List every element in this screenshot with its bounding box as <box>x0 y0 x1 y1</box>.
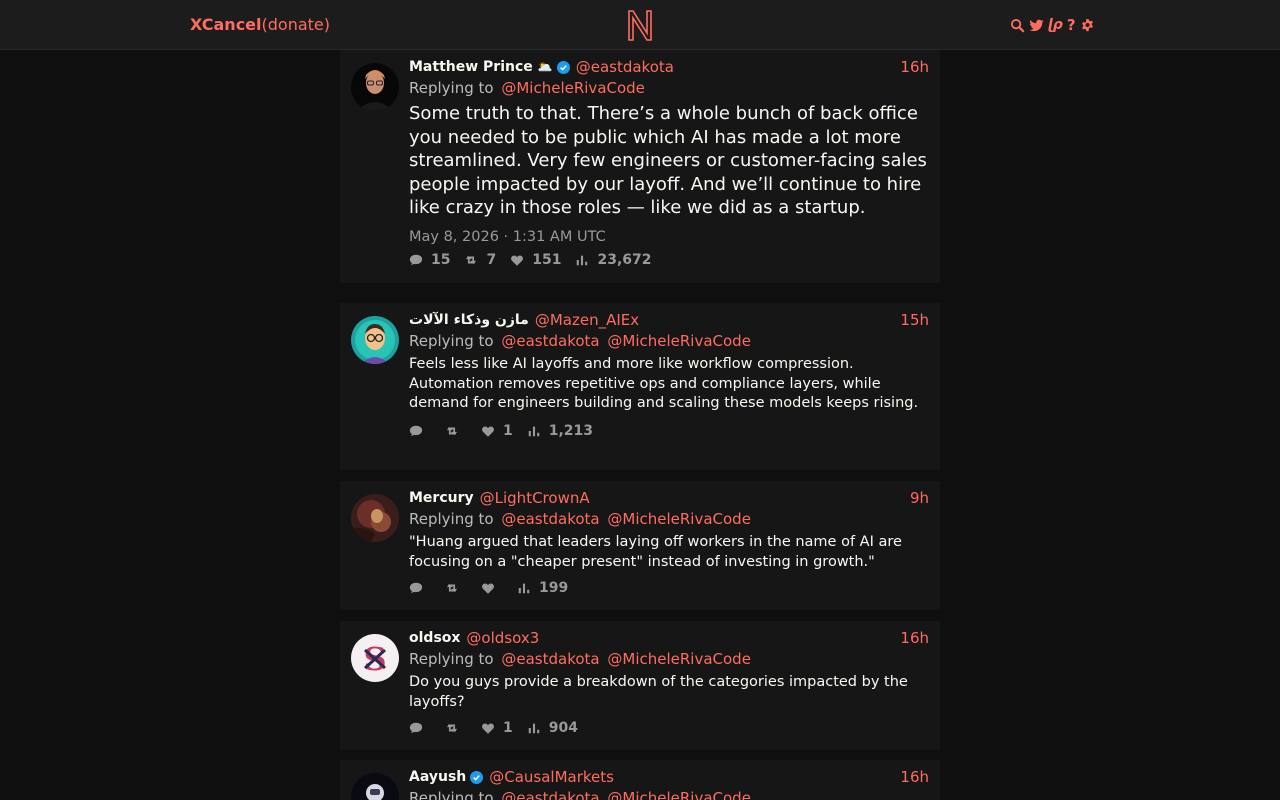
heart-icon <box>511 254 524 266</box>
comments-stat[interactable] <box>409 721 431 735</box>
tweet-date[interactable]: 9h <box>910 489 929 507</box>
reply-mention[interactable]: @MicheleRivaCode <box>607 650 751 668</box>
tweet-content: Feels less like AI layoffs and more like… <box>409 356 919 411</box>
retweet-icon <box>446 724 458 732</box>
reply-mention[interactable]: @MicheleRivaCode <box>607 510 751 528</box>
tweet-date[interactable]: 16h <box>900 768 929 786</box>
navbar: XCancel(donate) ɭρ ? <box>0 0 1280 50</box>
fullname[interactable]: Aayush <box>409 769 466 785</box>
views-stat: 199 <box>517 580 568 596</box>
comments-stat: 15 <box>409 252 450 268</box>
views-chart-icon <box>518 583 530 594</box>
retweets-stat[interactable] <box>445 721 467 735</box>
username[interactable]: @eastdakota <box>576 58 674 76</box>
nitter-logo[interactable] <box>624 8 656 42</box>
search-icon[interactable] <box>1010 18 1025 33</box>
heart-icon <box>482 425 494 437</box>
retweets-stat: 7 <box>464 252 496 268</box>
comment-icon <box>409 425 423 436</box>
donate-link[interactable]: (donate) <box>262 15 331 34</box>
tweet-stats: 1 1,213 <box>409 422 929 440</box>
replying-to: Replying to @eastdakota @MicheleRivaCode <box>409 332 929 350</box>
likes-stat[interactable] <box>481 581 503 595</box>
replying-to: Replying to @eastdakota @MicheleRivaCode <box>409 789 929 800</box>
bird-icon[interactable] <box>1029 18 1044 33</box>
avatar[interactable] <box>351 63 399 111</box>
main-tweet[interactable]: Matthew Prince 🌥️ @eastdakota 16h Replyi… <box>340 50 940 283</box>
avatar[interactable] <box>351 773 399 800</box>
reply-mention[interactable]: @eastdakota <box>501 789 599 800</box>
username[interactable]: @Mazen_AIEx <box>535 311 639 329</box>
avatar[interactable] <box>351 316 399 364</box>
replying-label: Replying to <box>409 789 494 800</box>
tweet-stats: 199 <box>409 579 929 597</box>
replying-label: Replying to <box>409 332 494 350</box>
username[interactable]: @LightCrownA <box>480 489 590 507</box>
verified-badge-icon <box>556 60 570 74</box>
tweet-published[interactable]: May 8, 2026 · 1:31 AM UTC <box>409 229 929 245</box>
replying-to: Replying to @eastdakota @MicheleRivaCode <box>409 650 929 668</box>
heart-icon <box>482 723 494 734</box>
fullname[interactable]: Matthew Prince <box>409 59 533 75</box>
help-icon[interactable]: ? <box>1067 17 1076 33</box>
replying-label: Replying to <box>409 510 494 528</box>
reply-mention[interactable]: @MicheleRivaCode <box>501 79 645 97</box>
replying-to: Replying to @MicheleRivaCode <box>409 79 929 97</box>
views-chart-icon <box>528 723 539 734</box>
replying-label: Replying to <box>409 650 494 668</box>
nav-home-link[interactable]: XCancel(donate) <box>190 15 330 34</box>
reply-tweet[interactable]: مازن وذكاء الآلات @Mazen_AIEx 15h Replyi… <box>340 303 940 470</box>
views-stat: 904 <box>527 720 578 736</box>
retweets-stat[interactable] <box>445 581 467 595</box>
comments-stat[interactable] <box>409 424 431 438</box>
reply-mention[interactable]: @eastdakota <box>501 510 599 528</box>
views-chart-icon <box>528 426 539 436</box>
tweet-date[interactable]: 16h <box>900 58 929 76</box>
nav-icons: ɭρ ? <box>1010 17 1095 33</box>
fullname[interactable]: مازن وذكاء الآلات <box>409 312 529 328</box>
tweet-content: Do you guys provide a breakdown of the c… <box>409 674 908 710</box>
retweet-icon <box>466 255 477 264</box>
tweet-stats: 1 904 <box>409 719 929 737</box>
retweets-stat[interactable] <box>445 424 467 438</box>
tweet-date[interactable]: 16h <box>900 629 929 647</box>
reply-tweet[interactable]: S oldsox @oldsox3 16h Replying to @eastd… <box>340 621 940 750</box>
retweet-icon <box>446 584 458 592</box>
replying-to: Replying to @eastdakota @MicheleRivaCode <box>409 510 929 528</box>
fullname[interactable]: oldsox <box>409 630 460 646</box>
avatar[interactable]: S <box>351 634 399 682</box>
comment-icon <box>409 722 423 734</box>
gear-icon[interactable] <box>1080 18 1095 33</box>
username[interactable]: @CausalMarkets <box>489 768 614 786</box>
brand-name[interactable]: XCancel <box>190 15 262 34</box>
reply-tweet[interactable]: Aayush @CausalMarkets 16h Replying to @e… <box>340 760 940 800</box>
comment-icon <box>409 582 423 594</box>
tweet-content: "Huang argued that leaders laying off wo… <box>409 534 902 570</box>
fullname[interactable]: Mercury <box>409 490 474 506</box>
retweet-icon <box>446 426 458 435</box>
reply-mention[interactable]: @eastdakota <box>501 650 599 668</box>
tweet-date[interactable]: 15h <box>900 311 929 329</box>
cloud-emoji-icon: 🌥️ <box>537 60 553 74</box>
reply-tweet[interactable]: Mercury @LightCrownA 9h Replying to @eas… <box>340 481 940 610</box>
likes-stat[interactable]: 1 <box>481 720 513 736</box>
verified-badge-icon <box>470 770 484 784</box>
likes-stat: 151 <box>510 252 561 268</box>
reply-mention[interactable]: @eastdakota <box>501 332 599 350</box>
likes-stat[interactable]: 1 <box>481 423 513 439</box>
heart-icon <box>482 583 494 594</box>
replying-label: Replying to <box>409 79 494 97</box>
views-chart-icon <box>577 255 588 265</box>
username[interactable]: @oldsox3 <box>466 629 539 647</box>
comments-stat[interactable] <box>409 581 431 595</box>
tweet-content: Some truth to that. There’s a whole bunc… <box>409 103 927 218</box>
avatar[interactable] <box>351 494 399 542</box>
reply-mention[interactable]: @MicheleRivaCode <box>607 332 751 350</box>
comment-icon <box>409 254 423 265</box>
tweet-stats: 15 7 151 23,672 <box>409 251 929 269</box>
views-stat: 23,672 <box>575 252 652 268</box>
reply-mention[interactable]: @MicheleRivaCode <box>607 789 751 800</box>
rss-icon[interactable]: ɭρ <box>1048 17 1063 33</box>
views-stat: 1,213 <box>527 423 593 439</box>
